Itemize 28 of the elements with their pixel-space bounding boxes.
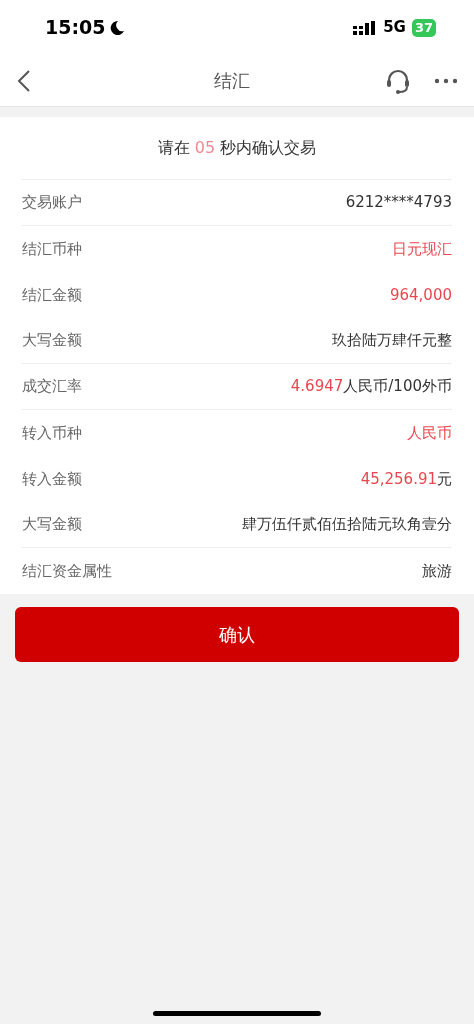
row-value: 4.6947人民币/100外币 [290, 376, 452, 398]
row-value: 旅游 [422, 560, 452, 582]
signal-icon [353, 20, 378, 35]
moon-icon [109, 19, 126, 36]
row-value: 6212****4793 [345, 192, 452, 214]
network-label: 5G [383, 17, 406, 39]
row-value: 肆万伍仟贰佰伍拾陆元玖角壹分 [242, 514, 452, 536]
row-label: 结汇资金属性 [22, 560, 112, 582]
row-label: 转入金额 [22, 468, 82, 490]
row-label: 交易账户 [22, 192, 82, 214]
row-value: 人民币 [407, 422, 452, 444]
row-value: 964,000 [389, 284, 452, 306]
confirm-button[interactable]: 确认 [15, 607, 459, 662]
status-time: 15:05 [45, 15, 106, 41]
row-label: 结汇金额 [22, 284, 82, 306]
countdown-text: 请在 05 秒内确认交易 [157, 137, 317, 159]
row-label: 成交汇率 [22, 376, 82, 398]
battery-indicator: 37 [411, 18, 436, 37]
row-value: 玖拾陆万肆仟元整 [332, 330, 452, 352]
page-title: 结汇 [213, 69, 251, 93]
row-label: 结汇币种 [22, 238, 82, 260]
row-value: 45,256.91元 [360, 468, 452, 490]
row-label: 转入币种 [22, 422, 82, 444]
row-label: 大写金额 [22, 330, 82, 352]
row-label: 大写金额 [22, 514, 82, 536]
more-icon[interactable] [434, 77, 458, 84]
back-icon[interactable] [16, 68, 32, 93]
row-value: 日元现汇 [392, 238, 452, 260]
